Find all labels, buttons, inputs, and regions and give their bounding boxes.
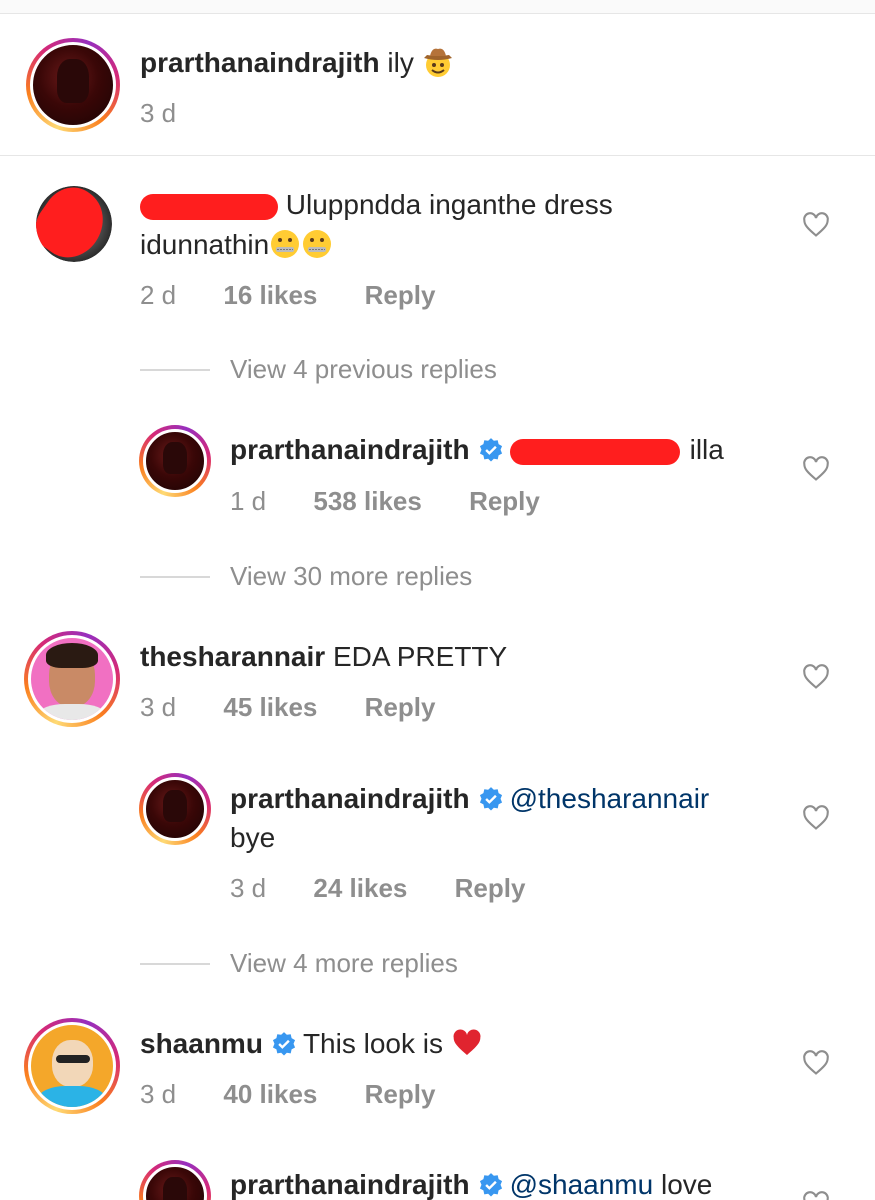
view-more-replies[interactable]: View 4 more replies <box>230 948 458 979</box>
verified-badge-icon <box>272 1032 295 1056</box>
comment-meta: 3 d 45 likes Reply <box>140 692 435 723</box>
avatar[interactable] <box>139 773 211 845</box>
comment-time: 3 d <box>140 1079 177 1109</box>
reply-time: 1 d <box>230 486 267 516</box>
view-replies-line <box>140 963 210 965</box>
comment-meta: 2 d 16 likes Reply <box>140 280 435 311</box>
divider <box>0 155 875 156</box>
comment-text-line2: idunnathin <box>140 226 333 264</box>
comment-text: Uluppndda inganthe dress <box>140 186 613 224</box>
verified-badge-icon <box>479 1173 502 1197</box>
view-replies-line <box>140 369 210 371</box>
reply-body: love <box>660 1169 713 1200</box>
red-heart-emoji-icon <box>453 1029 481 1055</box>
heart-icon[interactable] <box>802 1190 830 1200</box>
view-more-replies[interactable]: View 30 more replies <box>230 561 472 592</box>
avatar[interactable] <box>24 1018 120 1114</box>
likes-count[interactable]: 538 likes <box>313 486 421 516</box>
reply-text-line2: bye <box>230 819 275 857</box>
verified-badge-icon <box>479 787 502 811</box>
reply-body: bye <box>230 822 276 853</box>
reply-meta: 1 d 538 likes Reply <box>230 486 540 517</box>
zipper-mouth-emoji-icon <box>271 230 300 258</box>
view-previous-replies[interactable]: View 4 previous replies <box>230 354 497 385</box>
likes-count[interactable]: 45 likes <box>223 692 317 722</box>
redacted-mention <box>509 438 680 465</box>
reply-time: 3 d <box>230 873 267 903</box>
heart-icon[interactable] <box>802 804 830 832</box>
avatar[interactable] <box>26 38 120 132</box>
likes-count[interactable]: 40 likes <box>223 1079 317 1109</box>
top-bar <box>0 0 875 14</box>
reply-text: prarthanaindrajith @shaanmu love <box>230 1166 712 1200</box>
comment-body: This look is <box>302 1028 443 1059</box>
view-replies-line <box>140 576 210 578</box>
reply-button[interactable]: Reply <box>365 692 436 722</box>
heart-icon[interactable] <box>802 211 830 239</box>
mention-link[interactable]: @thesharannair <box>510 783 710 814</box>
reply-meta: 3 d 24 likes Reply <box>230 873 525 904</box>
reply-username[interactable]: prarthanaindrajith <box>230 434 470 465</box>
likes-count[interactable]: 24 likes <box>313 873 407 903</box>
comment-username[interactable]: thesharannair <box>140 641 325 672</box>
caption-body: ily <box>387 47 414 78</box>
caption-time: 3 d <box>140 98 177 128</box>
avatar[interactable] <box>139 1160 211 1200</box>
caption-username[interactable]: prarthanaindrajith <box>140 47 380 78</box>
caption-meta: 3 d <box>140 98 176 129</box>
comment-body-line2: idunnathin <box>140 229 270 260</box>
redacted-username <box>140 193 278 220</box>
reply-button[interactable]: Reply <box>365 1079 436 1109</box>
reply-text: prarthanaindrajith illa <box>230 431 724 469</box>
comment-text: thesharannair EDA PRETTY <box>140 638 507 676</box>
reply-text: prarthanaindrajith @thesharannair <box>230 780 709 818</box>
reply-button[interactable]: Reply <box>365 280 436 310</box>
likes-count[interactable]: 16 likes <box>223 280 317 310</box>
mention-link[interactable]: @shaanmu <box>510 1169 654 1200</box>
verified-badge-icon <box>479 438 502 462</box>
reply-body: illa <box>689 434 724 465</box>
comment-time: 2 d <box>140 280 177 310</box>
heart-icon[interactable] <box>802 455 830 483</box>
caption-text: prarthanaindrajith ily <box>140 44 454 82</box>
comment-text: shaanmu This look is <box>140 1025 483 1063</box>
avatar[interactable] <box>36 186 112 262</box>
heart-icon[interactable] <box>802 1049 830 1077</box>
reply-button[interactable]: Reply <box>455 873 526 903</box>
cowboy-emoji-icon <box>423 48 452 77</box>
comment-meta: 3 d 40 likes Reply <box>140 1079 435 1110</box>
zipper-mouth-emoji-icon <box>303 230 332 258</box>
heart-icon[interactable] <box>802 663 830 691</box>
comment-time: 3 d <box>140 692 177 722</box>
reply-username[interactable]: prarthanaindrajith <box>230 1169 470 1200</box>
comment-body: EDA PRETTY <box>332 641 508 672</box>
reply-username[interactable]: prarthanaindrajith <box>230 783 470 814</box>
comment-body-line1: Uluppndda inganthe dress <box>285 189 613 220</box>
avatar[interactable] <box>139 425 211 497</box>
comment-username[interactable]: shaanmu <box>140 1028 263 1059</box>
reply-button[interactable]: Reply <box>469 486 540 516</box>
avatar[interactable] <box>24 631 120 727</box>
